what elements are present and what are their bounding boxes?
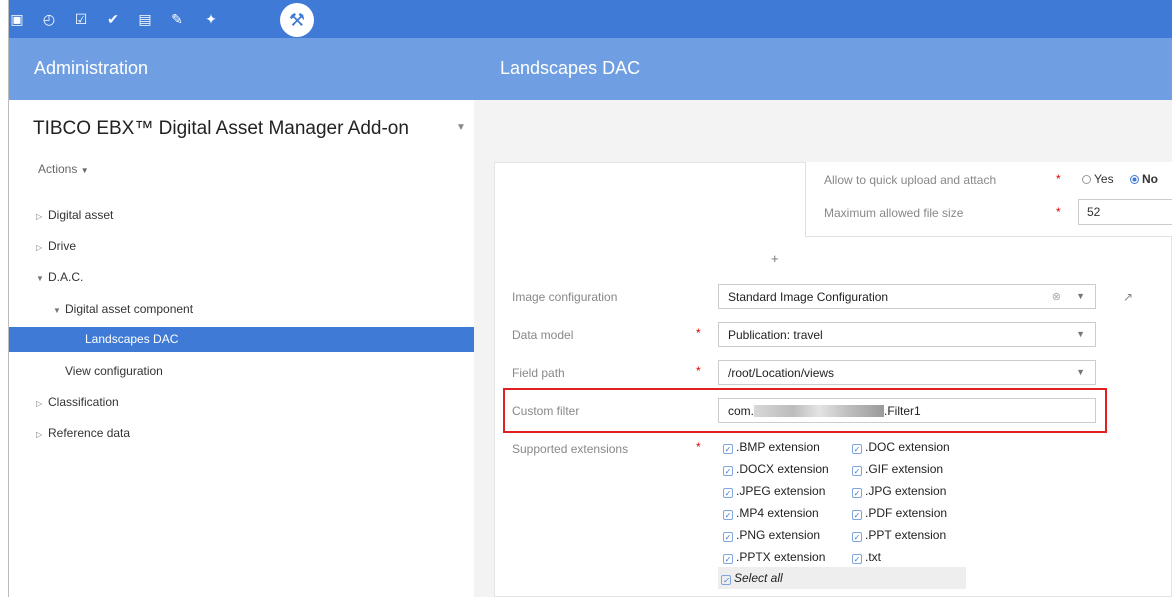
- tree-item-label: Digital asset component: [65, 302, 194, 316]
- extension-checkbox[interactable]: ✓ .GIF extension: [852, 462, 943, 476]
- tree-item-label: Reference data: [48, 426, 131, 440]
- checkbox-checked-icon: ✓: [852, 532, 862, 542]
- tree-item-label: D.A.C.: [48, 270, 84, 284]
- extension-checkbox[interactable]: ✓ .DOC extension: [852, 440, 950, 454]
- tree-item-label: View configuration: [65, 364, 163, 378]
- wrench-icon[interactable]: ⚒: [280, 3, 314, 37]
- extension-checkbox[interactable]: ✓ .PPTX extension: [723, 550, 825, 564]
- checkbox-icon[interactable]: ☑: [72, 10, 90, 28]
- expand-arrow-icon[interactable]: ▷: [36, 207, 48, 227]
- checkbox-checked-icon: ✓: [723, 510, 733, 520]
- record-form: Allow to quick upload and attach * Yes N…: [494, 162, 1172, 597]
- expand-arrow-icon[interactable]: ▷: [36, 425, 48, 445]
- required-marker: *: [696, 326, 701, 340]
- field-path-label: Field path: [512, 366, 565, 380]
- tree-item-digital-asset-component[interactable]: ▼ Digital asset component: [53, 299, 193, 319]
- select-all-checkbox[interactable]: ✓ Select all: [718, 567, 966, 589]
- tree-item-digital-asset[interactable]: ▷ Digital asset: [36, 205, 113, 225]
- tree-item-classification[interactable]: ▷ Classification: [36, 392, 119, 412]
- extension-checkbox[interactable]: ✓ .PPT extension: [852, 528, 946, 542]
- extension-checkbox[interactable]: ✓ .PNG extension: [723, 528, 820, 542]
- chevron-down-icon[interactable]: ▼: [1076, 329, 1085, 339]
- top-toolbar: ▣ ◴ ☑ ✔ ▤ ✎ ✦ ⚒: [8, 0, 1172, 38]
- max-file-size-input[interactable]: 52: [1078, 199, 1172, 225]
- app-selector-title[interactable]: TIBCO EBX™ Digital Asset Manager Add-on: [33, 118, 409, 140]
- checkbox-checked-icon: ✓: [852, 554, 862, 564]
- checkbox-checked-icon: ✓: [723, 532, 733, 542]
- checkbox-checked-icon: ✓: [721, 575, 731, 585]
- tree-item-landscapes-dac[interactable]: Landscapes DAC: [9, 327, 474, 352]
- checkbox-checked-icon: ✓: [723, 554, 733, 564]
- extension-checkbox[interactable]: ✓ .BMP extension: [723, 440, 820, 454]
- actions-label: Actions: [38, 162, 78, 176]
- extension-checkbox[interactable]: ✓ .DOCX extension: [723, 462, 829, 476]
- required-marker: *: [696, 440, 701, 454]
- checkbox-checked-icon: ✓: [852, 444, 862, 454]
- extension-checkbox[interactable]: ✓ .txt: [852, 550, 881, 564]
- checkbox-checked-icon: ✓: [852, 488, 862, 498]
- collapse-arrow-icon[interactable]: ▼: [36, 269, 48, 289]
- upload-settings-box: Allow to quick upload and attach * Yes N…: [805, 162, 1172, 237]
- sidebar: TIBCO EBX™ Digital Asset Manager Add-on …: [9, 100, 480, 597]
- extension-checkbox[interactable]: ✓ .PDF extension: [852, 506, 947, 520]
- tree-item-label: Classification: [48, 395, 119, 409]
- extension-checkbox[interactable]: ✓ .JPG extension: [852, 484, 946, 498]
- chevron-down-icon[interactable]: ▼: [1076, 291, 1085, 301]
- check-circle-icon[interactable]: ✔: [104, 10, 122, 28]
- max-file-size-label: Maximum allowed file size: [824, 206, 964, 220]
- tree-item-label: Drive: [48, 239, 77, 253]
- checkbox-checked-icon: ✓: [852, 510, 862, 520]
- redacted-text: [754, 405, 885, 417]
- section-title-administration: Administration: [34, 58, 149, 78]
- section-header: Administration Landscapes DAC: [8, 38, 1172, 100]
- task-edit-icon[interactable]: ✎: [168, 10, 186, 28]
- checkbox-checked-icon: ✓: [723, 466, 733, 476]
- required-marker: *: [1056, 205, 1061, 219]
- chevron-down-icon[interactable]: ▼: [1076, 367, 1085, 377]
- tree-item-reference-data[interactable]: ▷ Reference data: [36, 423, 130, 443]
- extension-checkbox[interactable]: ✓ .JPEG extension: [723, 484, 825, 498]
- main-panel: Allow to quick upload and attach * Yes N…: [474, 100, 1172, 597]
- checkbox-checked-icon: ✓: [723, 488, 733, 498]
- tree-item-drive[interactable]: ▷ Drive: [36, 236, 76, 256]
- data-model-select[interactable]: Publication: travel ▼: [718, 322, 1096, 347]
- tree-item-label: Landscapes DAC: [85, 332, 179, 346]
- extension-checkbox[interactable]: ✓ .MP4 extension: [723, 506, 819, 520]
- database-edit-icon[interactable]: ▤: [136, 10, 154, 28]
- radio-selected-icon: [1130, 175, 1139, 184]
- data-model-label: Data model: [512, 328, 574, 342]
- clock-icon[interactable]: ◴: [40, 10, 58, 28]
- tree-item-dac[interactable]: ▼ D.A.C.: [36, 267, 83, 287]
- section-title-record: Landscapes DAC: [500, 58, 641, 78]
- collapse-arrow-icon[interactable]: ▼: [53, 301, 65, 321]
- caret-down-icon: ▼: [80, 166, 89, 175]
- chevron-down-icon[interactable]: ▼: [456, 122, 466, 133]
- field-path-select[interactable]: /root/Location/views ▼: [718, 360, 1096, 385]
- image-configuration-label: Image configuration: [512, 290, 618, 304]
- checkbox-checked-icon: ✓: [723, 444, 733, 454]
- plug-icon[interactable]: ✦: [202, 10, 220, 28]
- image-configuration-select[interactable]: Standard Image Configuration ⊗ ▼: [718, 284, 1096, 309]
- expand-arrow-icon[interactable]: ▷: [36, 238, 48, 258]
- required-marker: *: [696, 364, 701, 378]
- tree-item-view-configuration[interactable]: View configuration: [65, 361, 163, 381]
- clear-icon[interactable]: ⊗: [1052, 290, 1061, 303]
- quick-upload-label: Allow to quick upload and attach: [824, 173, 997, 187]
- tree-item-label: Digital asset: [48, 208, 114, 222]
- custom-filter-input[interactable]: com. .Filter1: [718, 398, 1096, 423]
- checkbox-checked-icon: ✓: [852, 466, 862, 476]
- custom-filter-label: Custom filter: [512, 404, 580, 418]
- database-icon[interactable]: ▣: [8, 10, 26, 28]
- expand-arrow-icon[interactable]: ▷: [36, 394, 48, 414]
- supported-extensions-label: Supported extensions: [512, 442, 629, 456]
- actions-menu-button[interactable]: Actions ▼: [38, 162, 89, 176]
- open-external-icon[interactable]: ↗: [1123, 290, 1133, 304]
- required-marker: *: [1056, 172, 1061, 186]
- quick-upload-no-radio[interactable]: No: [1130, 172, 1158, 186]
- quick-upload-yes-radio[interactable]: Yes: [1082, 172, 1114, 186]
- add-icon[interactable]: +: [771, 251, 779, 266]
- radio-icon: [1082, 175, 1091, 184]
